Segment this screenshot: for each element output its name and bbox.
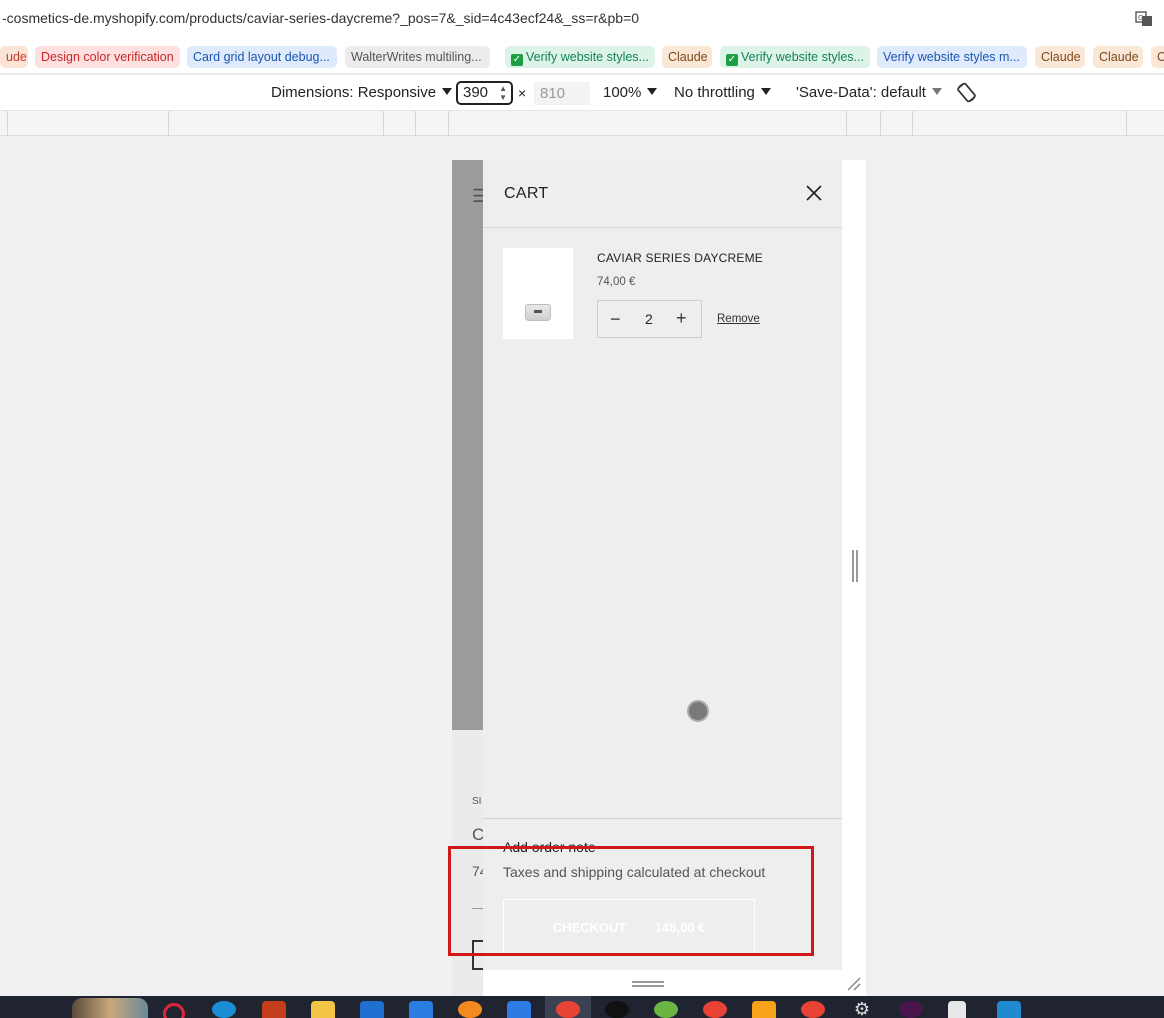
spinner-icon[interactable]: ▲ ▼ (499, 84, 507, 102)
bookmark-label: Claude (668, 50, 708, 64)
times-separator: × (518, 85, 527, 101)
quantity-stepper: − 2 + (597, 300, 702, 338)
bookmark-label: Verify website styles... (741, 50, 864, 64)
bookmark-label: Claude (1099, 50, 1139, 64)
bookmark-label: Claude (1041, 50, 1081, 64)
url-text[interactable]: -cosmetics-de.myshopify.com/products/cav… (2, 10, 639, 26)
cart-header: CART (483, 160, 842, 228)
app-icon[interactable] (409, 1001, 433, 1018)
settings-gear-app-icon[interactable] (507, 1001, 531, 1018)
add-order-note-link[interactable]: Add order note (503, 839, 596, 855)
bookmark-label: Design color verification (41, 50, 174, 64)
taskbar-wallpaper-thumb[interactable] (72, 998, 148, 1018)
cart-title: CART (504, 185, 549, 202)
close-icon[interactable] (805, 184, 823, 202)
checkmark-icon: ✓ (511, 54, 523, 66)
dimensions-dropdown[interactable]: Dimensions: Responsive (271, 84, 453, 101)
device-viewport: ☰ SI C 74 CART CAVIAR SERIES DAYCREME 74… (452, 160, 866, 996)
checkmark-icon: ✓ (726, 54, 738, 66)
cart-drawer: CART CAVIAR SERIES DAYCREME 74,00 € − 2 … (483, 160, 842, 970)
upwork-icon[interactable] (605, 1001, 629, 1018)
vlc-icon[interactable] (752, 1001, 776, 1018)
dropdown-arrow-icon (647, 88, 658, 95)
bookmark-item[interactable]: Verify website styles m... (877, 46, 1027, 68)
taskbar: ⚙ (0, 996, 1164, 1018)
utorrent-icon[interactable] (654, 1001, 678, 1018)
zoom-dropdown[interactable]: 100% (603, 84, 658, 101)
bookmark-label: C (1157, 50, 1164, 64)
bookmark-label: Card grid layout debug... (193, 50, 330, 64)
bookmarks-bar: ude Design color verification Card grid la… (0, 38, 1164, 74)
page-text-fragment: SI (472, 796, 482, 807)
width-input[interactable]: 390 ▲ ▼ (456, 81, 513, 105)
remove-item-link[interactable]: Remove (717, 313, 760, 325)
bookmark-label: WalterWrites multiling... (351, 50, 482, 64)
bookmark-item[interactable]: Card grid layout debug... (187, 46, 337, 68)
quantity-value[interactable]: 2 (645, 311, 653, 327)
chrome-icon[interactable] (556, 1001, 580, 1018)
divider (483, 818, 842, 819)
media-query-ruler (0, 110, 1164, 136)
page-overlay[interactable] (452, 160, 483, 730)
bookmark-label: Verify website styles m... (883, 50, 1020, 64)
touch-cursor-icon (687, 700, 709, 722)
opera-icon[interactable] (163, 1003, 185, 1018)
document-icon[interactable] (948, 1001, 966, 1018)
bottom-resize-handle[interactable] (632, 981, 664, 987)
vscode-icon[interactable] (997, 1001, 1021, 1018)
bookmark-item[interactable]: Claude (1093, 46, 1143, 68)
product-name[interactable]: CAVIAR SERIES DAYCREME (597, 251, 763, 265)
height-input[interactable]: 810 (534, 82, 590, 105)
save-data-dropdown[interactable]: 'Save-Data': default (796, 84, 942, 101)
checkout-button[interactable]: CHECKOUT · 148,00 € (503, 899, 755, 956)
bookmark-item[interactable]: ✓ Verify website styles... (505, 46, 655, 68)
increase-quantity-button[interactable]: + (676, 308, 687, 329)
powerpoint-icon[interactable] (262, 1001, 286, 1018)
bookmark-item[interactable]: C (1151, 46, 1164, 68)
gear-icon[interactable]: ⚙ (850, 1000, 874, 1018)
bookmark-label: Verify website styles... (526, 50, 649, 64)
bookmark-item[interactable]: ✓ Verify website styles... (720, 46, 870, 68)
bookmark-item[interactable]: Claude (1035, 46, 1085, 68)
folder-icon[interactable] (311, 1001, 335, 1018)
throttling-dropdown[interactable]: No throttling (674, 84, 771, 101)
bookmark-item[interactable]: WalterWrites multiling... (345, 46, 490, 68)
slack-icon[interactable] (899, 1001, 923, 1018)
store-icon[interactable] (360, 1001, 384, 1018)
firefox-icon[interactable] (458, 1001, 482, 1018)
product-price: 74,00 € (597, 276, 636, 288)
rotate-icon[interactable] (955, 81, 978, 104)
dropdown-arrow-icon (760, 88, 771, 95)
corner-resize-icon[interactable] (846, 976, 862, 992)
bookmark-item[interactable]: Claude (662, 46, 712, 68)
dropdown-arrow-icon (931, 88, 942, 95)
decrease-quantity-button[interactable]: − (610, 309, 621, 330)
cream-jar-image (525, 304, 551, 321)
address-bar[interactable]: -cosmetics-de.myshopify.com/products/cav… (0, 0, 1164, 38)
svg-text:G: G (1138, 14, 1143, 22)
chrome-icon[interactable] (801, 1001, 825, 1018)
chrome-icon[interactable] (703, 1001, 727, 1018)
bookmark-label: ude (6, 50, 27, 64)
edge-icon[interactable] (212, 1001, 236, 1018)
bookmark-item[interactable]: Design color verification (35, 46, 180, 68)
bookmark-item[interactable]: ude (0, 46, 28, 68)
translate-icon[interactable]: G (1135, 10, 1153, 28)
product-thumbnail[interactable] (503, 248, 573, 339)
taxes-note: Taxes and shipping calculated at checkou… (503, 864, 766, 880)
dropdown-arrow-icon (442, 88, 453, 95)
right-resize-handle[interactable] (852, 550, 858, 582)
